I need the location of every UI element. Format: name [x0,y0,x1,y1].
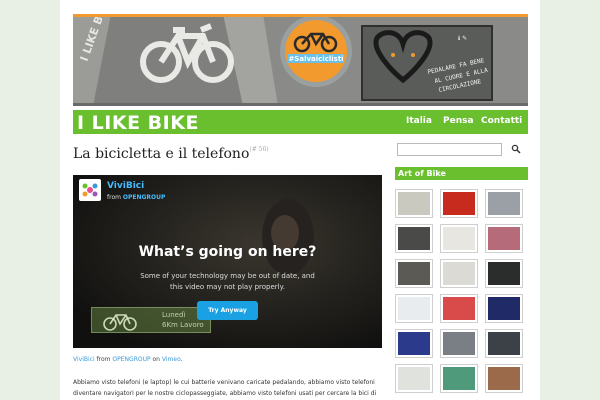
svg-text:ℹ ✎: ℹ ✎ [458,35,467,42]
gallery-thumbnail[interactable] [440,364,478,393]
gallery-thumbnail-image [398,227,430,250]
channel-logo[interactable] [79,179,101,201]
gallery-thumbnail-image [488,192,520,215]
gallery-thumbnail[interactable] [485,364,523,393]
video-from-label: from [107,194,121,201]
gallery-thumbnail[interactable] [395,294,433,323]
caption-on: on [152,356,160,363]
gallery-thumbnail[interactable] [485,189,523,218]
gallery-thumbnail-image [488,262,520,285]
gallery-thumbnail-image [488,297,520,320]
video-error-message: Some of your technology may be out of da… [140,272,315,291]
caption-from: from [96,356,111,363]
gallery-thumbnail[interactable] [485,224,523,253]
gallery-thumbnail[interactable] [485,294,523,323]
sidebar-heading-art-of-bike: Art of Bike [395,167,528,180]
gallery-thumbnail[interactable] [440,224,478,253]
gallery-thumbnail-image [398,297,430,320]
post-title-text[interactable]: La bicicletta e il telefono [73,146,249,162]
post-title[interactable]: La bicicletta e il telefono(# 56) [73,146,269,162]
nav-item-pensa[interactable]: Pensa [443,116,474,126]
channel-logo-icon [82,183,98,197]
gallery-thumbnail-image [443,227,475,250]
post-body-text: Abbiamo visto telefoni (e laptop) le cui… [73,379,377,397]
post-title-count: (# 56) [249,146,269,153]
search-input[interactable] [397,143,502,156]
gallery-thumbnail[interactable] [395,189,433,218]
gallery-thumbnail[interactable] [395,224,433,253]
caption-end: . [180,356,183,363]
site-title[interactable]: I LIKE BIKE [77,112,199,134]
gallery-thumbnail[interactable] [440,259,478,288]
banner-accent-bar [73,14,528,17]
gallery-thumbnail-image [443,332,475,355]
gallery-thumbnail-image [488,367,520,390]
search-icon[interactable] [511,144,521,154]
video-sign: Lunedì 6Km Lavoro [91,307,211,333]
gallery-thumbnail[interactable] [485,329,523,358]
video-caption: ViviBici from OPENGROUP on Vimeo. [73,356,183,363]
video-sign-line2: 6Km Lavoro [162,321,204,329]
gallery-thumbnail-image [443,367,475,390]
caption-owner-link[interactable]: OPENGROUP [112,356,150,363]
page: I LIKE BIKE #Salvaiciclisti ℹ ✎ PEDALARE… [60,0,540,400]
banner-bottom-bar [73,103,528,106]
video-byline: from OPENGROUP [107,194,165,201]
gallery-thumbnail-image [398,192,430,215]
gallery-thumbnail[interactable] [440,294,478,323]
video-owner-link[interactable]: OPENGROUP [123,194,166,201]
gallery-thumbnail-image [398,262,430,285]
banner-badge-text: #Salvaiciclisti [288,55,343,63]
video-channel-name[interactable]: ViviBici [107,181,144,191]
gallery-thumbnail[interactable] [395,259,433,288]
header-banner-image[interactable]: I LIKE BIKE #Salvaiciclisti ℹ ✎ PEDALARE… [73,14,528,106]
gallery-thumbnail-image [443,262,475,285]
banner-illustration: I LIKE BIKE #Salvaiciclisti ℹ ✎ PEDALARE… [73,14,528,106]
gallery-thumbnail[interactable] [485,259,523,288]
gallery-thumbnail-image [488,332,520,355]
video-error-heading: What’s going on here? [138,244,317,260]
gallery-thumbnail[interactable] [395,364,433,393]
gallery-thumbnail-image [443,297,475,320]
bike-icon [103,314,137,331]
gallery-thumbnail-image [398,367,430,390]
nav-item-contatti[interactable]: Contatti [481,116,522,126]
video-player[interactable]: ViviBici from OPENGROUP Lunedì 6Km Lavor… [73,175,382,348]
gallery-thumbnail[interactable] [395,329,433,358]
nav-item-italia[interactable]: Italia [406,116,432,126]
gallery-thumbnail[interactable] [440,189,478,218]
gallery-thumbnail-image [443,192,475,215]
gallery-thumbnail-image [488,227,520,250]
main-navbar: I LIKE BIKE Italia Pensa Contatti [73,110,528,134]
try-anyway-button[interactable]: Try Anyway [197,301,258,320]
gallery-thumbnail[interactable] [440,329,478,358]
caption-vimeo-link[interactable]: Vimeo [162,356,181,363]
gallery-thumbnail-image [398,332,430,355]
caption-video-link[interactable]: ViviBici [73,356,95,363]
